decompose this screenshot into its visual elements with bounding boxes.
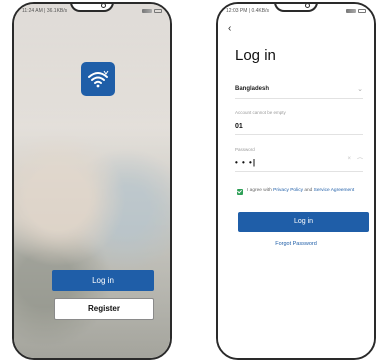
agreement-checkbox[interactable] — [237, 189, 243, 195]
service-agreement-link[interactable]: Service Agreement — [314, 188, 355, 193]
submit-login-button[interactable]: Log in — [238, 212, 369, 232]
clear-icon[interactable]: × — [347, 156, 351, 165]
chevron-down-icon: ⌄ — [357, 85, 363, 93]
camera-dot — [305, 4, 310, 8]
back-arrow-icon[interactable]: ‹ — [228, 24, 238, 34]
password-field[interactable]: Password • • •| × ⌒ — [235, 144, 363, 172]
password-caption: Password — [235, 147, 255, 152]
phone-splash-screen: 11:24 AM | 36.1KB/s Log in Register — [12, 2, 172, 360]
password-value: • • •| — [235, 158, 257, 167]
login-button[interactable]: Log in — [52, 270, 154, 291]
status-time: 12:03 PM | 0.4KB/s — [226, 8, 269, 14]
app-logo — [81, 62, 115, 96]
password-actions: × ⌒ — [347, 156, 363, 165]
battery-icon — [154, 9, 162, 13]
battery-icon — [358, 9, 366, 13]
status-icons — [346, 9, 366, 13]
status-icons — [142, 9, 162, 13]
camera-dot — [101, 4, 106, 8]
page-title: Log in — [235, 47, 276, 64]
agreement-middle: and — [303, 188, 314, 193]
phone-notch — [70, 4, 114, 12]
eye-icon[interactable]: ⌒ — [357, 156, 363, 165]
agreement-row: I agree with Privacy Policy and Service … — [237, 188, 361, 195]
account-caption: Account cannot be empty — [235, 110, 286, 115]
forgot-password-link[interactable]: Forgot Password — [218, 241, 374, 247]
register-button[interactable]: Register — [54, 298, 154, 320]
status-time: 11:24 AM | 36.1KB/s — [22, 8, 68, 14]
wifi-icon — [88, 70, 109, 88]
signal-icon — [346, 9, 356, 13]
agreement-prefix: I agree with — [247, 188, 274, 193]
agreement-text: I agree with Privacy Policy and Service … — [247, 188, 354, 194]
phone-notch — [274, 4, 318, 12]
stage: 11:24 AM | 36.1KB/s Log in Register 12:0… — [0, 0, 376, 364]
country-select[interactable]: Bangladesh ⌄ — [235, 79, 363, 99]
signal-icon — [142, 9, 152, 13]
country-value: Bangladesh — [235, 85, 270, 92]
account-value: 01 — [235, 123, 243, 130]
privacy-policy-link[interactable]: Privacy Policy — [273, 188, 303, 193]
account-field[interactable]: Account cannot be empty 01 — [235, 107, 363, 135]
phone-login-form: 12:03 PM | 0.4KB/s ‹ Log in Bangladesh ⌄… — [216, 2, 376, 360]
